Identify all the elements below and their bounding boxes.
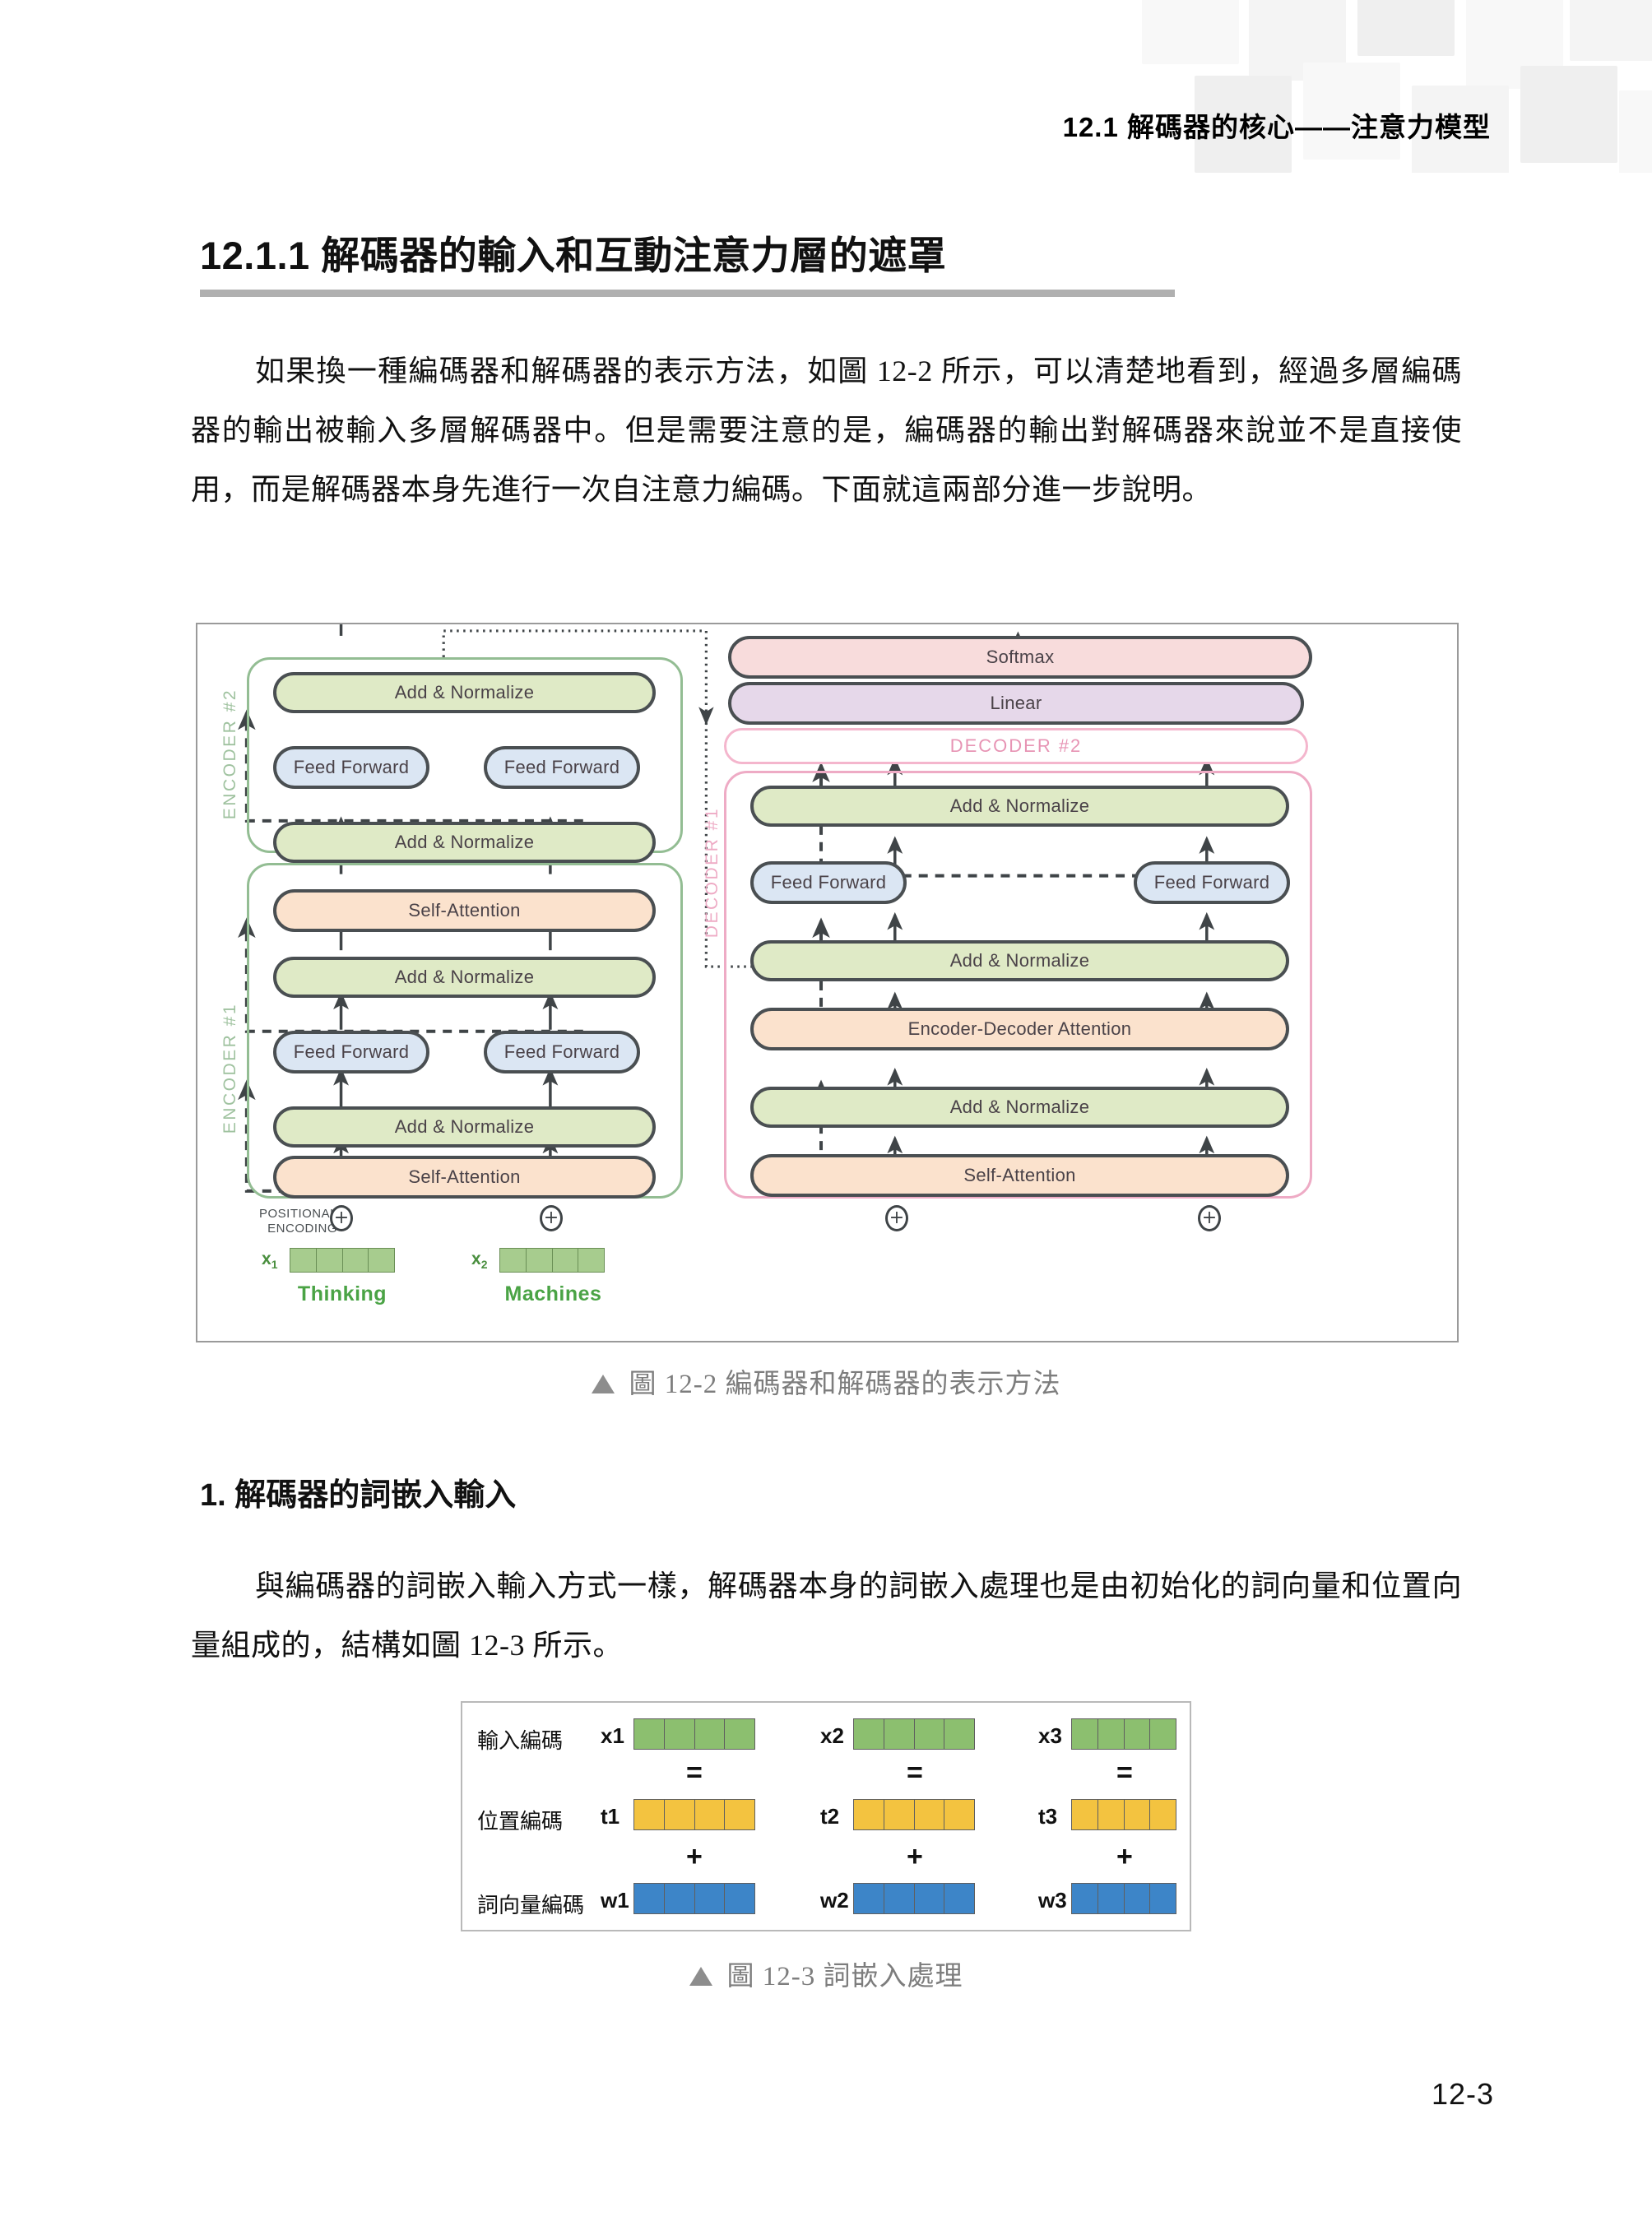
encoder2-self-attention: Self-Attention	[273, 889, 656, 932]
vector-w1	[633, 1883, 755, 1914]
figure-12-2-caption: 圖 12-2 編碼器和解碼器的表示方法	[0, 1361, 1652, 1401]
corner-decoration	[1125, 0, 1652, 173]
caption-12-3-text: 圖 12-3 詞嵌入處理	[726, 1962, 963, 1992]
plus-icon-dec2: +	[1198, 1205, 1221, 1231]
x2-letter: x	[471, 1250, 481, 1268]
figure-12-3-caption: 圖 12-3 詞嵌入處理	[0, 1954, 1652, 1993]
section-heading-text: 12.1.1 解碼器的輸入和互動注意力層的遮罩	[200, 234, 947, 277]
decoder1-self-attention: Self-Attention	[750, 1154, 1289, 1197]
vector-w3	[1071, 1883, 1176, 1914]
caption-triangle-icon	[689, 1967, 712, 1986]
tag-t1: t1	[601, 1804, 620, 1829]
operator-equals-2: =	[907, 1757, 923, 1788]
vector-x2	[853, 1718, 975, 1750]
caption-12-2-text: 圖 12-2 編碼器和解碼器的表示方法	[629, 1370, 1061, 1399]
positional-encoding-label: POSITIONAL ENCODING	[247, 1207, 337, 1236]
encoder2-feed-forward-right: Feed Forward	[484, 746, 640, 789]
plus-icon-dec1: +	[885, 1205, 908, 1231]
row-label-positional-encoding: 位置編碼	[477, 1810, 564, 1834]
decoder-linear: Linear	[728, 682, 1304, 725]
x1-vector	[290, 1248, 395, 1273]
encoder1-feed-forward-left: Feed Forward	[273, 1031, 429, 1073]
encoder-2-label: ENCODER #2	[220, 689, 239, 820]
figure-12-3: 輸入編碼 x1 x2 x3 = = = 位置編碼 t1 t2 t3 + + + …	[461, 1701, 1191, 1931]
vector-t1	[633, 1799, 755, 1830]
paragraph-1: 如果換一種編碼器和解碼器的表示方法，如圖 12-2 所示，可以清楚地看到，經過多…	[191, 355, 1462, 506]
vector-w2	[853, 1883, 975, 1914]
vector-x3	[1071, 1718, 1176, 1750]
running-head: 12.1 解碼器的核心——注意力模型	[1062, 112, 1491, 142]
x1-letter: x	[262, 1250, 271, 1268]
decoder1-feed-forward-right: Feed Forward	[1134, 861, 1290, 904]
decoder1-add-normalize-top: Add & Normalize	[750, 786, 1289, 827]
decoder1-encoder-decoder-attention: Encoder-Decoder Attention	[750, 1008, 1289, 1050]
caption-triangle-icon	[591, 1375, 615, 1393]
decoder1-feed-forward-left: Feed Forward	[750, 861, 907, 904]
figure-12-2: ENCODER #2 ENCODER #1 Add & Normalize Fe…	[196, 623, 1459, 1342]
decoder-2-band: DECODER #2	[724, 728, 1308, 764]
positional-encoding-line1: POSITIONAL	[258, 1207, 337, 1221]
operator-plus-3: +	[1116, 1841, 1133, 1872]
row-label-input-encoding: 輸入編碼	[477, 1729, 564, 1753]
paragraph-2: 與編碼器的詞嵌入輸入方式一樣，解碼器本身的詞嵌入處理也是由初始化的詞向量和位置向…	[191, 1570, 1462, 1662]
vector-t3	[1071, 1799, 1176, 1830]
word-thinking: Thinking	[297, 1282, 387, 1305]
decoder-softmax: Softmax	[728, 636, 1312, 679]
operator-plus-2: +	[907, 1841, 923, 1872]
positional-encoding-line2: ENCODING	[267, 1222, 337, 1236]
tag-w1: w1	[601, 1888, 629, 1913]
encoder1-feed-forward-right: Feed Forward	[484, 1031, 640, 1073]
tag-x2: x2	[820, 1723, 844, 1748]
subheading-1: 1. 解碼器的詞嵌入輸入	[200, 1478, 517, 1513]
tag-t2: t2	[820, 1804, 840, 1829]
tag-w3: w3	[1038, 1888, 1067, 1913]
encoder1-add-normalize: Add & Normalize	[273, 1106, 656, 1148]
tag-t3: t3	[1038, 1804, 1058, 1829]
decoder-1-group	[724, 771, 1312, 1199]
section-heading-rule	[200, 290, 1175, 297]
x2-vector	[499, 1248, 605, 1273]
vector-x1	[633, 1718, 755, 1750]
encoder2-feed-forward-left: Feed Forward	[273, 746, 429, 789]
tag-x3: x3	[1038, 1723, 1062, 1748]
section-heading: 12.1.1 解碼器的輸入和互動注意力層的遮罩	[200, 224, 1368, 297]
x2-label: x2	[471, 1250, 487, 1271]
decoder1-add-normalize-low: Add & Normalize	[750, 1087, 1289, 1128]
encoder2-add-normalize: Add & Normalize	[273, 822, 656, 863]
row-label-word-vector-encoding: 詞向量編碼	[477, 1894, 585, 1917]
plus-icon-x2: +	[540, 1205, 563, 1231]
page-number: 12-3	[1431, 2077, 1494, 2111]
tag-w2: w2	[820, 1888, 849, 1913]
x2-sub: 2	[480, 1258, 488, 1272]
encoder1-self-attention: Self-Attention	[273, 1156, 656, 1199]
encoder2-add-normalize-top: Add & Normalize	[273, 672, 656, 713]
tag-x1: x1	[601, 1723, 624, 1748]
operator-equals-1: =	[686, 1757, 703, 1788]
x1-sub: 1	[271, 1258, 278, 1272]
plus-icon-x1: +	[330, 1205, 353, 1231]
x1-label: x1	[262, 1250, 277, 1271]
encoder1-add-normalize-top: Add & Normalize	[273, 957, 656, 998]
operator-equals-3: =	[1116, 1757, 1133, 1788]
vector-t2	[853, 1799, 975, 1830]
decoder1-add-normalize-mid: Add & Normalize	[750, 940, 1289, 981]
word-machines: Machines	[504, 1282, 602, 1305]
encoder-1-label: ENCODER #1	[220, 1003, 239, 1134]
operator-plus-1: +	[686, 1841, 703, 1872]
decoder-1-label: DECODER #1	[703, 807, 722, 939]
